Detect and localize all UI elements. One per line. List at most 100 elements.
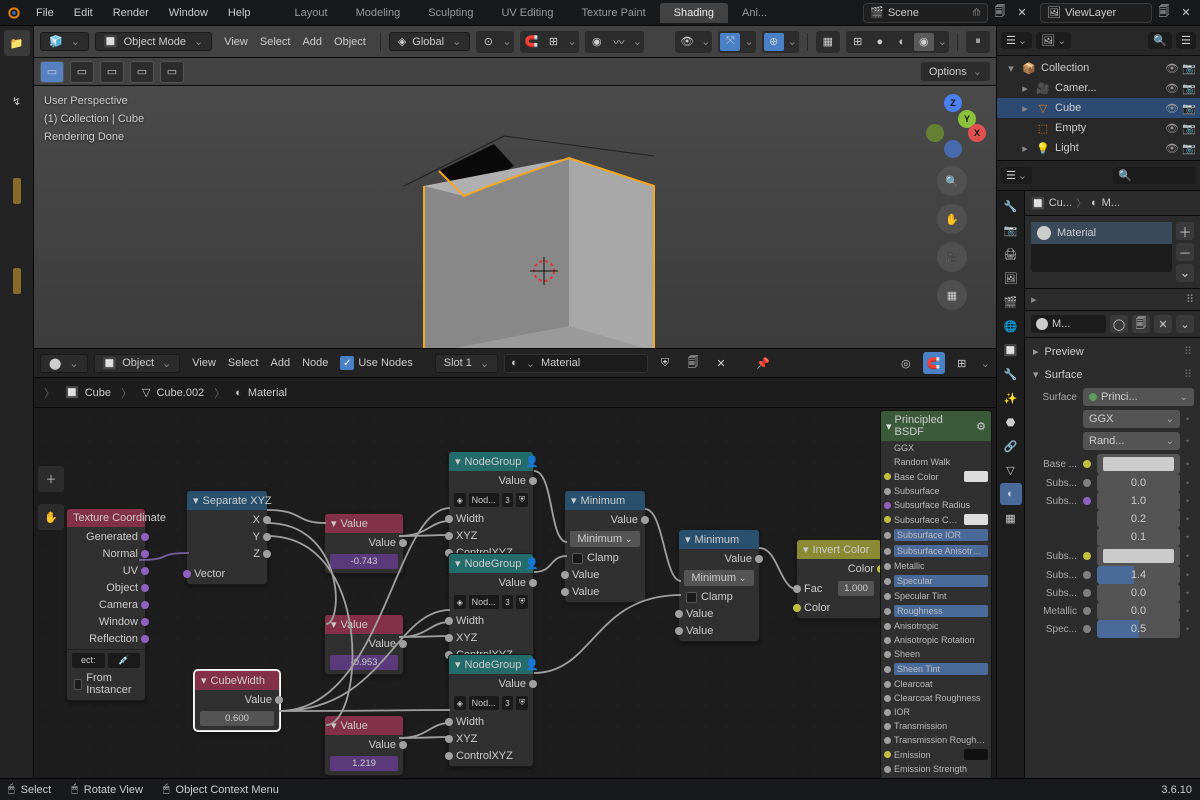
- workspace-tab-ani[interactable]: Ani...: [728, 3, 781, 23]
- value-field[interactable]: -0.743: [330, 554, 398, 569]
- tab-output-icon[interactable]: 🖨: [1000, 243, 1022, 265]
- breadcrumb-material[interactable]: ◐Material: [235, 387, 287, 399]
- node-minimum-1[interactable]: ▾Minimum Value Minimum ⌄ Clamp Value Val…: [564, 490, 646, 603]
- nodegroup-browse-icon[interactable]: ◈: [454, 493, 466, 507]
- node-nodegroup-1[interactable]: ▾NodeGroup👤Value◈Nod...3⛨WidthXYZControl…: [448, 451, 534, 564]
- outliner-item-cube[interactable]: ▸▽Cube👁📷: [997, 98, 1200, 118]
- fac-field[interactable]: 1.000: [838, 581, 874, 596]
- principled-row-ior[interactable]: IOR: [881, 705, 991, 719]
- distribution-dropdown[interactable]: GGX: [1083, 410, 1180, 428]
- principled-row-clearcoat[interactable]: Clearcoat: [881, 677, 991, 691]
- principled-row-speculartint[interactable]: Specular Tint: [881, 589, 991, 603]
- node-invert-color[interactable]: ▾Invert Color Color Fac1.000 Color: [796, 539, 882, 619]
- prop-value[interactable]: 0.0: [1097, 474, 1180, 492]
- ne-menu-node[interactable]: Node: [296, 355, 334, 371]
- surface-shader-dropdown[interactable]: Princi...: [1083, 388, 1194, 406]
- viewport-options-dropdown[interactable]: Options: [921, 62, 990, 81]
- principled-row-emissionstrength[interactable]: Emission Strength: [881, 762, 991, 776]
- menu-help[interactable]: Help: [218, 3, 261, 23]
- prop-value[interactable]: [1097, 454, 1180, 474]
- principled-row-randomwalk[interactable]: Random Walk: [881, 455, 991, 469]
- pause-icon[interactable]: ⏸: [968, 33, 988, 51]
- select-invert-icon[interactable]: ▭: [130, 61, 154, 83]
- principled-row-clearcoatroughness[interactable]: Clearcoat Roughness: [881, 691, 991, 705]
- file-browser-icon[interactable]: 📁: [4, 30, 30, 56]
- prop-value[interactable]: 0.1: [1097, 528, 1180, 546]
- ne-snap-icon[interactable]: 🧲: [923, 352, 945, 374]
- transform-orientation-dropdown[interactable]: ◈Global: [389, 32, 470, 51]
- select-box-icon[interactable]: ▭: [40, 61, 64, 83]
- principled-row-specular[interactable]: Specular: [881, 573, 991, 589]
- ne-snap-type-icon[interactable]: ⊞: [951, 352, 973, 374]
- graph-add-icon[interactable]: ＋: [38, 466, 64, 492]
- tab-particles-icon[interactable]: ✨: [1000, 387, 1022, 409]
- tab-texture-icon[interactable]: ▦: [1000, 507, 1022, 529]
- workspace-tab-layout[interactable]: Layout: [281, 3, 342, 23]
- add-slot-icon[interactable]: ＋: [1176, 222, 1194, 240]
- value-field[interactable]: 1.219: [330, 756, 398, 771]
- outliner-item-camera[interactable]: ▸🎥Camer...👁📷: [997, 78, 1200, 98]
- menu-edit[interactable]: Edit: [64, 3, 103, 23]
- outliner-filter-icon[interactable]: ☰: [1176, 32, 1196, 49]
- group-edit-icon[interactable]: 👤: [525, 557, 539, 570]
- snap-toggle-icon[interactable]: 🧲: [522, 33, 542, 51]
- pivot-dropdown[interactable]: ⊙: [476, 31, 513, 53]
- nodegroup-browse-icon[interactable]: ◈: [454, 696, 466, 710]
- principled-row-subsurfaceior[interactable]: Subsurface IOR: [881, 527, 991, 543]
- workspace-tab-sculpting[interactable]: Sculpting: [414, 3, 487, 23]
- scene-selector[interactable]: 🎬 ⟰: [863, 3, 988, 23]
- ne-menu-select[interactable]: Select: [222, 355, 265, 371]
- overlay-toggle-icon[interactable]: ⊕: [764, 33, 784, 51]
- workspace-tab-uvediting[interactable]: UV Editing: [487, 3, 567, 23]
- vp-menu-add[interactable]: Add: [296, 34, 328, 50]
- gizmo-toggle-icon[interactable]: ⤧: [720, 33, 740, 51]
- visibility-icon[interactable]: 👁: [1165, 121, 1179, 135]
- viewport-3d[interactable]: User Perspective (1) Collection | Cube R…: [34, 86, 996, 348]
- menu-file[interactable]: File: [26, 3, 64, 23]
- prop-value[interactable]: 0.0: [1097, 602, 1180, 620]
- tab-modifiers-icon[interactable]: 🔧: [1000, 363, 1022, 385]
- cursor-tool-icon[interactable]: ↯: [4, 88, 30, 114]
- prop-value[interactable]: [1097, 546, 1180, 566]
- group-edit-icon[interactable]: 👤: [525, 455, 539, 468]
- rendered-shading-icon[interactable]: ◉: [914, 33, 934, 51]
- slot-dropdown[interactable]: Slot 1: [435, 354, 498, 373]
- principled-row-transmission[interactable]: Transmission: [881, 719, 991, 733]
- camera-gizmo-icon[interactable]: 🎥: [937, 242, 967, 272]
- tab-viewlayer-icon[interactable]: 🖼: [1000, 267, 1022, 289]
- principled-row-sheentint[interactable]: Sheen Tint: [881, 661, 991, 677]
- delete-scene-icon[interactable]: ✕: [1012, 3, 1032, 23]
- pin-node-editor-icon[interactable]: 📌: [752, 352, 774, 374]
- node-nodegroup-3[interactable]: ▾NodeGroup👤Value◈Nod...3⛨WidthXYZControl…: [448, 654, 534, 767]
- render-icon[interactable]: 📷: [1182, 61, 1196, 75]
- shader-type-dropdown[interactable]: 🔲Object: [94, 354, 181, 373]
- outliner-item-light[interactable]: ▸💡Light👁📷: [997, 138, 1200, 158]
- visibility-icon[interactable]: 👁: [1165, 101, 1179, 115]
- menu-window[interactable]: Window: [159, 3, 218, 23]
- render-icon[interactable]: 📷: [1182, 141, 1196, 155]
- sss-method-dropdown[interactable]: Rand...: [1083, 432, 1180, 450]
- material-datablock-field[interactable]: M...: [1031, 315, 1106, 333]
- pan-gizmo-icon[interactable]: ✋: [937, 204, 967, 234]
- props-bc-obj[interactable]: Cu...: [1049, 197, 1072, 209]
- delete-viewlayer-icon[interactable]: ✕: [1176, 3, 1196, 23]
- graph-hand-icon[interactable]: ✋: [38, 504, 64, 530]
- panel-header-preview[interactable]: ▸Preview⠿: [1029, 342, 1196, 361]
- tab-data-icon[interactable]: ▽: [1000, 459, 1022, 481]
- ne-menu-add[interactable]: Add: [264, 355, 296, 371]
- tab-physics-icon[interactable]: ⬣: [1000, 411, 1022, 433]
- prop-value[interactable]: 0.0: [1097, 584, 1180, 602]
- workspace-tab-modeling[interactable]: Modeling: [342, 3, 415, 23]
- nodegroup-browse-icon[interactable]: ◈: [454, 595, 466, 609]
- render-icon[interactable]: 📷: [1182, 81, 1196, 95]
- prop-value[interactable]: 1.0: [1097, 492, 1180, 510]
- principled-row-emission[interactable]: Emission: [881, 747, 991, 762]
- material-slot-item[interactable]: Material: [1031, 222, 1172, 244]
- render-icon[interactable]: 📷: [1182, 101, 1196, 115]
- ne-overlay-icon[interactable]: ◎: [895, 352, 917, 374]
- socket-out-reflection[interactable]: Reflection: [72, 632, 140, 646]
- outliner-view-dropdown[interactable]: 🖼: [1036, 32, 1071, 49]
- material-browse-field[interactable]: ◐: [504, 354, 648, 373]
- remove-slot-icon[interactable]: －: [1176, 243, 1194, 261]
- texcoord-object-field[interactable]: ect:: [72, 653, 105, 668]
